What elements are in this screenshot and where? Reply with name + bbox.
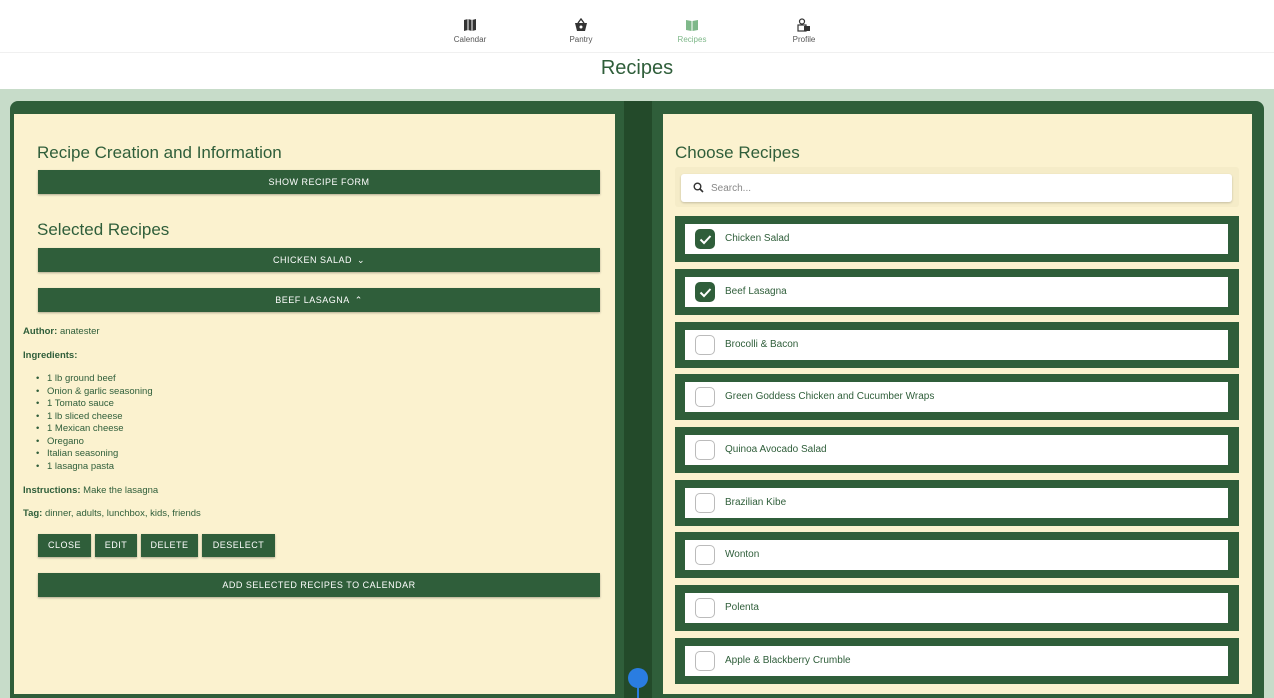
edit-button[interactable]: EDIT [95,534,137,557]
recipe-checkbox[interactable] [695,335,715,355]
chevron-up-icon: ⌃ [354,295,363,305]
recipe-name: Apple & Blackberry Crumble [725,655,851,666]
recipe-creation-heading: Recipe Creation and Information [37,143,282,162]
tag-line: Tag: dinner, adults, lunchbox, kids, fri… [23,508,201,519]
nav-pantry-label: Pantry [569,35,593,44]
map-icon [464,19,476,31]
recipe-row[interactable]: Green Goddess Chicken and Cucumber Wraps [675,374,1239,420]
chevron-down-icon: ⌄ [356,255,366,265]
recipe-checkbox[interactable] [695,229,715,249]
author-line: Author: anatester [23,326,100,337]
close-button[interactable]: CLOSE [38,534,91,557]
recipe-name: Wonton [725,549,760,560]
nav-profile[interactable]: Profile [764,18,844,44]
accordion-beef-lasagna-label: BEEF LASAGNA [275,295,350,305]
recipe-row[interactable]: Polenta [675,585,1239,631]
delete-button[interactable]: DELETE [141,534,198,557]
recipe-row[interactable]: Beef Lasagna [675,269,1239,315]
nav-pantry[interactable]: Pantry [541,18,621,44]
recipe-name: Brocolli & Bacon [725,339,799,350]
recipe-card[interactable]: Quinoa Avocado Salad [685,435,1228,465]
list-item: 1 Mexican cheese [36,423,153,436]
list-item: Italian seasoning [36,448,153,461]
deselect-button[interactable]: DESELECT [202,534,275,557]
recipe-checkbox[interactable] [695,493,715,513]
nav-calendar-label: Calendar [453,35,487,44]
recipe-checkbox[interactable] [695,598,715,618]
accordion-chicken-salad-label: CHICKEN SALAD [272,255,352,265]
recipe-card[interactable]: Beef Lasagna [685,277,1228,307]
nav-recipes[interactable]: Recipes [652,18,732,44]
ingredients-list: 1 lb ground beef Onion & garlic seasonin… [36,373,153,474]
accordion-chicken-salad[interactable]: CHICKEN SALAD ⌄ [38,248,600,272]
recipe-card[interactable]: Apple & Blackberry Crumble [685,646,1228,676]
list-item: 1 Tomato sauce [36,398,153,411]
nav-profile-label: Profile [792,35,816,44]
instructions-label: Instructions: [23,485,81,496]
author-label: Author: [23,326,58,337]
recipe-card[interactable]: Green Goddess Chicken and Cucumber Wraps [685,382,1228,412]
search-box [681,174,1232,202]
recipe-name: Quinoa Avocado Salad [725,444,827,455]
recipe-card[interactable]: Brocolli & Bacon [685,330,1228,360]
recipe-card[interactable]: Chicken Salad [685,224,1228,254]
recipe-row[interactable]: Wonton [675,532,1239,578]
ingredients-label: Ingredients: [23,350,77,361]
show-recipe-form-button[interactable]: SHOW RECIPE FORM [38,170,600,194]
instructions-line: Instructions: Make the lasagna [23,485,158,496]
tag-label: Tag: [23,508,43,519]
recipe-row[interactable]: Brocolli & Bacon [675,322,1239,368]
ingredients-label-text: Ingredients: [23,350,78,361]
book-icon [686,20,698,31]
recipe-row[interactable]: Chicken Salad [675,216,1239,262]
list-item: 1 lasagna pasta [36,461,153,474]
recipe-checkbox[interactable] [695,282,715,302]
recipe-checkbox[interactable] [695,545,715,565]
checkmark-icon [699,235,712,245]
selected-recipes-heading: Selected Recipes [37,220,170,239]
recipe-row[interactable]: Brazilian Kibe [675,480,1239,526]
recipe-checkbox[interactable] [695,387,715,407]
nav-calendar[interactable]: Calendar [430,18,510,44]
scroll-indicator-stem [637,684,639,698]
recipe-name: Beef Lasagna [725,286,787,297]
tag-value: dinner, adults, lunchbox, kids, friends [45,508,201,519]
add-to-calendar-button[interactable]: ADD SELECTED RECIPES TO CALENDAR [38,573,600,597]
list-item: 1 lb ground beef [36,373,153,386]
recipe-card[interactable]: Polenta [685,593,1228,623]
recipe-name: Brazilian Kibe [725,497,787,508]
search-input[interactable] [711,178,1211,198]
book-spine [624,101,652,698]
search-icon [693,182,704,193]
profile-icon [797,18,810,32]
recipe-name: Green Goddess Chicken and Cucumber Wraps [725,391,935,402]
checkmark-icon [699,288,712,298]
recipe-card[interactable]: Brazilian Kibe [685,488,1228,518]
basket-icon [575,18,587,31]
recipe-card[interactable]: Wonton [685,540,1228,570]
recipe-checkbox[interactable] [695,651,715,671]
accordion-beef-lasagna[interactable]: BEEF LASAGNA ⌃ [38,288,600,312]
recipe-name: Chicken Salad [725,233,790,244]
recipe-row[interactable]: Quinoa Avocado Salad [675,427,1239,473]
instructions-value: Make the lasagna [83,485,159,496]
page-title: Recipes [600,57,674,79]
recipe-checkbox[interactable] [695,440,715,460]
list-item: Onion & garlic seasoning [36,386,153,399]
recipe-name: Polenta [725,602,759,613]
list-item: Oregano [36,436,153,449]
list-item: 1 lb sliced cheese [36,411,153,424]
recipe-row[interactable]: Apple & Blackberry Crumble [675,638,1239,684]
author-value: anatester [59,326,100,337]
nav-recipes-label: Recipes [677,35,707,44]
top-navigation: Calendar Pantry Recipes Profile [0,0,1274,53]
choose-recipes-heading: Choose Recipes [675,143,800,162]
